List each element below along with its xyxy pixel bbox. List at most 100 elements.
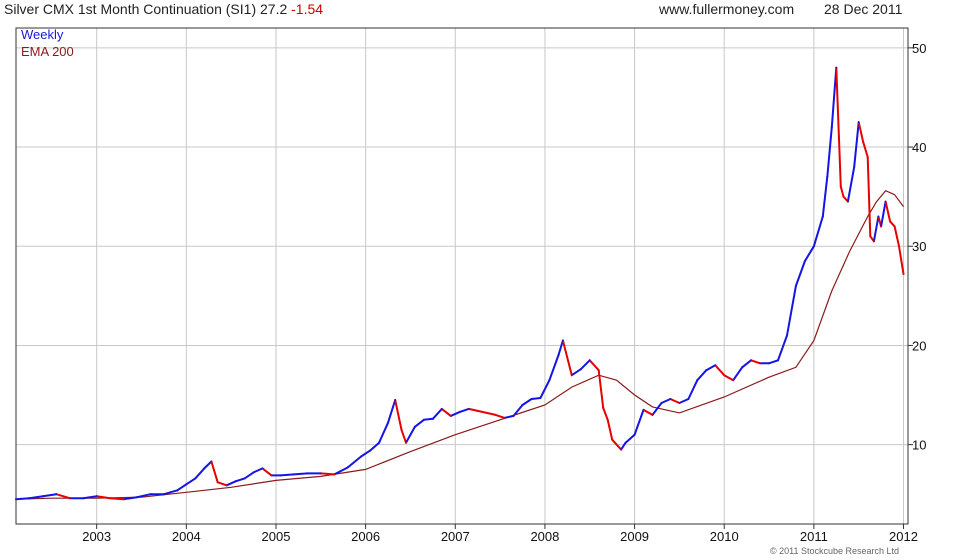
x-tick-label: 2010: [710, 529, 739, 544]
price-point: [705, 369, 708, 372]
price-segment: [176, 483, 188, 492]
price-point: [786, 334, 788, 337]
price-point: [902, 273, 905, 275]
price-segment: [346, 455, 363, 469]
price-segment: [732, 366, 744, 382]
price-segment: [880, 200, 887, 228]
price-segment: [15, 497, 31, 501]
price-point: [369, 449, 371, 452]
x-tick-label: 2003: [82, 529, 111, 544]
price-segment: [579, 359, 591, 371]
price-point: [414, 425, 416, 428]
price-segment: [261, 467, 273, 477]
price-point: [149, 493, 152, 496]
price-point: [485, 412, 488, 414]
price-point: [539, 397, 542, 399]
price-point: [185, 483, 188, 486]
price-point: [270, 474, 273, 477]
price-point: [458, 411, 461, 413]
price-point: [620, 448, 622, 451]
price-segment: [109, 497, 125, 501]
price-segment: [620, 441, 627, 451]
price-point: [234, 480, 237, 483]
price-point: [777, 359, 779, 362]
price-point: [394, 399, 397, 401]
price-segment: [723, 374, 735, 382]
price-segment: [185, 477, 197, 486]
price-segment: [889, 220, 896, 228]
price-segment: [422, 417, 434, 421]
price-point: [723, 374, 726, 377]
price-point: [122, 498, 125, 501]
price-segment: [678, 398, 690, 404]
price-point: [570, 374, 573, 377]
price-segment: [602, 406, 609, 421]
price-segment: [394, 399, 403, 431]
y-axis: 10 20 30 40 50: [908, 41, 926, 453]
x-tick-label: 2008: [530, 529, 559, 544]
price-point: [293, 473, 295, 476]
price-point: [163, 493, 165, 496]
price-segment: [741, 359, 753, 369]
price-segment: [194, 467, 206, 480]
chart-canvas: Silver CMX 1st Month Continuation (SI1) …: [4, 1, 926, 556]
y-tick-label: 40: [912, 140, 926, 155]
y-tick-label: 20: [912, 338, 926, 353]
price-point: [624, 441, 627, 444]
price-point: [615, 443, 618, 446]
price-segment: [821, 175, 829, 218]
price-segment: [494, 413, 506, 419]
price-segment: [872, 215, 880, 243]
price-point: [889, 220, 891, 223]
price-point: [68, 497, 71, 500]
price-point: [826, 175, 829, 178]
price-segment: [687, 379, 699, 400]
price-segment: [893, 225, 900, 248]
price-segment: [606, 418, 614, 441]
price-point: [898, 245, 900, 248]
x-tick-label: 2011: [800, 529, 828, 544]
price-point: [579, 368, 582, 371]
price-segment: [292, 472, 309, 476]
price-segment: [530, 397, 542, 400]
price-point: [360, 455, 362, 458]
price-segment: [405, 425, 416, 444]
price-point: [813, 245, 815, 248]
price-point: [28, 497, 31, 500]
chart-title: Silver CMX 1st Month Continuation (SI1) …: [4, 1, 323, 17]
price-point: [521, 404, 524, 406]
price-segment: [28, 495, 44, 500]
price-segment: [794, 260, 806, 287]
price-segment: [835, 66, 842, 188]
price-segment: [485, 411, 497, 416]
copyright: © 2011 Stockcube Research Ltd: [770, 546, 899, 556]
price-point: [768, 362, 770, 365]
price-segment: [521, 398, 533, 406]
price-point: [42, 495, 44, 498]
price-point: [597, 369, 600, 372]
price-point: [687, 398, 690, 400]
price-segment: [548, 354, 560, 382]
price-point: [611, 438, 614, 441]
price-point: [602, 407, 605, 409]
date-label: 28 Dec 2011: [824, 1, 903, 17]
price-segment: [714, 364, 726, 377]
price-segment: [41, 493, 58, 498]
price-segment: [467, 407, 479, 412]
y-tick-label: 50: [912, 41, 926, 56]
price-point: [387, 421, 389, 424]
price-point: [669, 398, 672, 400]
price-point: [741, 366, 744, 369]
price-segment: [839, 185, 845, 198]
price-point: [319, 472, 322, 475]
price-point: [503, 417, 506, 419]
price-segment: [387, 399, 397, 424]
price-point: [562, 339, 564, 342]
price-segment: [400, 428, 407, 444]
source-label: www.fullermoney.com: [658, 1, 794, 17]
price-point: [884, 200, 887, 203]
plot-frame: [15, 27, 909, 525]
price-segment: [812, 215, 824, 248]
price-segment: [857, 121, 865, 144]
price-point: [714, 364, 717, 367]
